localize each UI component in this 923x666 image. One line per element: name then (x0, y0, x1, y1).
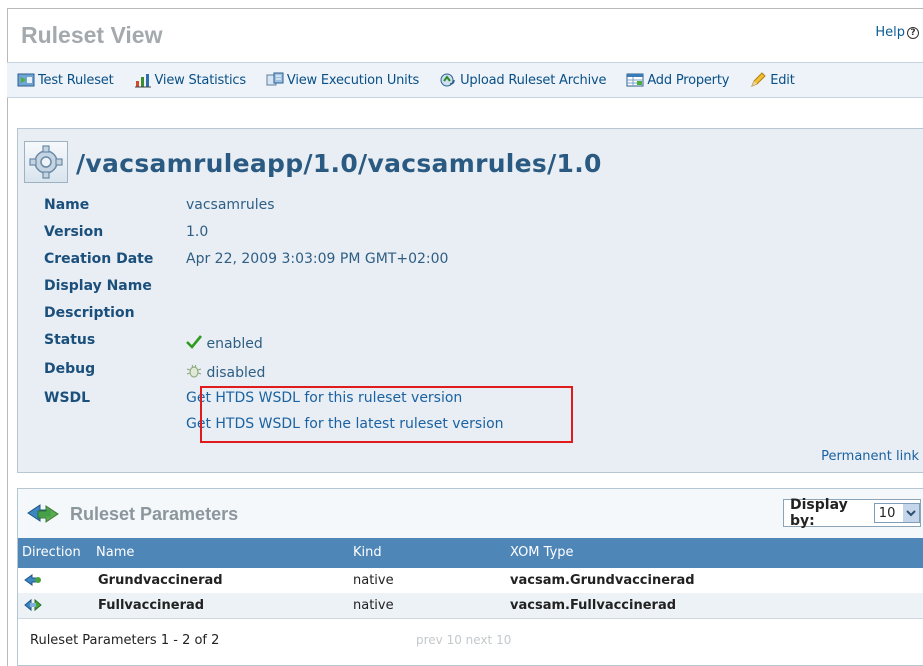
highlight-box (200, 386, 573, 443)
name-value: vacsamrules (186, 197, 275, 213)
title-bar: Ruleset View Help? (7, 8, 923, 62)
checkmark-icon (186, 335, 203, 349)
test-ruleset-label: Test Ruleset (38, 72, 114, 88)
statistics-icon (134, 74, 151, 88)
display-by-label: Display by: (790, 497, 848, 529)
upload-ruleset-archive-label: Upload Ruleset Archive (460, 72, 607, 88)
status-value: enabled (186, 335, 263, 352)
permanent-link[interactable]: Permanent link (821, 449, 919, 464)
test-ruleset-icon (17, 73, 35, 87)
debug-value: disabled (186, 364, 265, 381)
test-ruleset-button[interactable]: Test Ruleset (17, 72, 114, 88)
description-label: Description (44, 305, 135, 321)
upload-icon (440, 73, 455, 87)
param-name: Fullvaccinerad (98, 598, 205, 613)
column-name[interactable]: Name (96, 545, 134, 560)
table-row: Grundvaccinerad native vacsam.Grundvacci… (18, 568, 923, 593)
add-property-button[interactable]: Add Property (626, 72, 729, 88)
param-kind: native (353, 573, 394, 588)
parameters-header: Ruleset Parameters Display by: 10 (18, 489, 923, 538)
display-by-value: 10 (878, 505, 896, 521)
param-xom-type: vacsam.Grundvaccinerad (510, 573, 695, 588)
add-property-label: Add Property (647, 72, 730, 88)
parameters-table-header: Direction Name Kind XOM Type (18, 538, 923, 568)
param-xom-type: vacsam.Fullvaccinerad (510, 598, 677, 613)
wsdl-label: WSDL (44, 390, 91, 406)
ruleset-path-title: /vacsamruleapp/1.0/vacsamrules/1.0 (76, 149, 602, 178)
parameters-title: Ruleset Parameters (70, 504, 239, 524)
edit-label: Edit (770, 72, 795, 88)
column-kind[interactable]: Kind (353, 545, 382, 560)
execution-units-icon (266, 72, 284, 86)
param-kind: native (353, 598, 394, 613)
question-circle-icon: ? (907, 27, 919, 39)
direction-in-icon (24, 574, 41, 586)
view-statistics-label: View Statistics (154, 72, 247, 88)
creation-date-value: Apr 22, 2009 3:03:09 PM GMT+02:00 (186, 251, 449, 267)
ruleset-parameters-panel: Ruleset Parameters Display by: 10 Direct… (17, 488, 923, 666)
upload-ruleset-archive-button[interactable]: Upload Ruleset Archive (439, 72, 607, 88)
debug-label: Debug (44, 361, 96, 377)
bug-icon (186, 364, 202, 378)
display-name-label: Display Name (44, 278, 152, 294)
add-property-icon (626, 73, 644, 87)
version-value: 1.0 (186, 224, 209, 240)
toolbar: Test Ruleset View Statistics View Execut… (7, 62, 923, 98)
parameters-footer: Ruleset Parameters 1 - 2 of 2 prev 10 ne… (18, 618, 923, 666)
chevron-down-icon (903, 504, 919, 522)
view-execution-units-button[interactable]: View Execution Units (266, 72, 419, 88)
help-link[interactable]: Help? (875, 25, 919, 40)
help-label: Help (875, 25, 905, 40)
param-name: Grundvaccinerad (98, 573, 223, 588)
table-row: Fullvaccinerad native vacsam.Fullvaccine… (18, 593, 923, 618)
display-by-control: Display by: 10 (783, 497, 921, 529)
status-text: enabled (206, 336, 263, 352)
creation-date-label: Creation Date (44, 251, 154, 267)
version-label: Version (44, 224, 104, 240)
pager: prev 10 next 10 (416, 633, 512, 647)
edit-button[interactable]: Edit (749, 72, 795, 88)
ruleset-gear-icon (24, 141, 68, 183)
direction-inout-icon (24, 598, 42, 612)
view-execution-units-label: View Execution Units (286, 72, 420, 88)
parameters-icon (27, 504, 59, 523)
view-statistics-button[interactable]: View Statistics (134, 72, 246, 88)
debug-text: disabled (206, 365, 266, 381)
name-label: Name (44, 197, 90, 213)
parameters-count: Ruleset Parameters 1 - 2 of 2 (30, 633, 220, 648)
status-label: Status (44, 332, 96, 348)
page-title: Ruleset View (21, 22, 163, 48)
display-by-select[interactable]: 10 (873, 503, 920, 523)
column-direction[interactable]: Direction (22, 545, 81, 560)
pencil-icon (751, 72, 766, 87)
column-xom-type[interactable]: XOM Type (510, 545, 574, 560)
